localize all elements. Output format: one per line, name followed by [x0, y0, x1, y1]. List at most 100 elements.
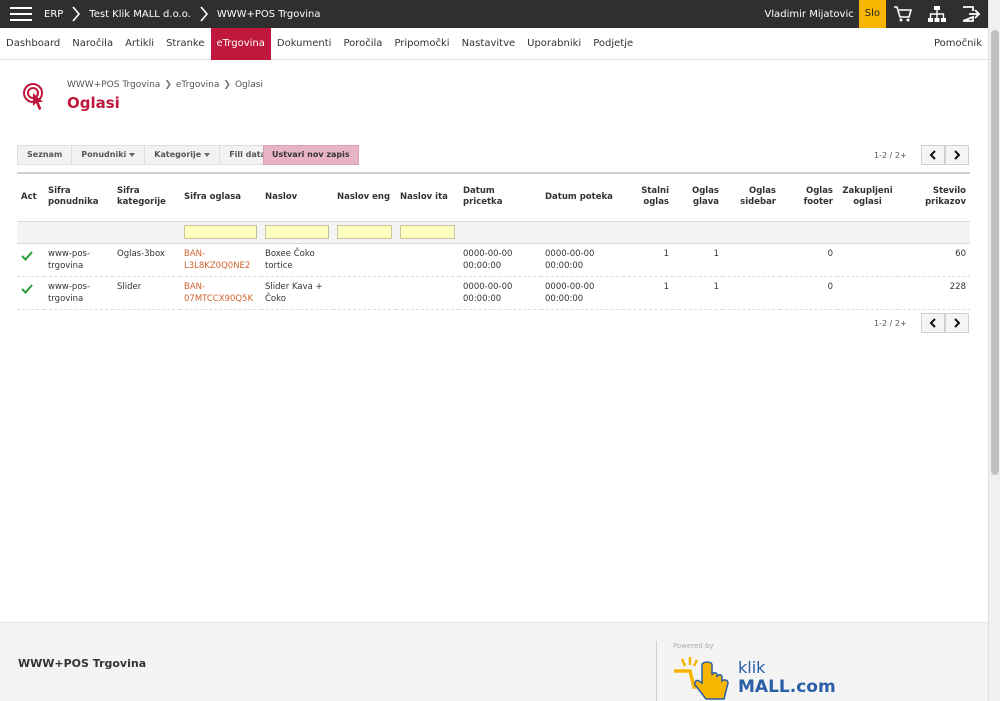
page-breadcrumb: WWW+POS Trgovina ❯ eTrgovina ❯ Oglasi	[67, 80, 263, 90]
menu-icon[interactable]	[4, 0, 38, 28]
ads-table: Act Sifra ponudnika Sifra kategorije Sif…	[17, 172, 970, 310]
breadcrumb-store[interactable]: WWW+POS Trgovina	[211, 9, 327, 20]
breadcrumb-etrgovina-link[interactable]: eTrgovina	[176, 80, 220, 90]
kategorije-dropdown[interactable]: Kategorije	[144, 145, 220, 165]
breadcrumb-store-link[interactable]: WWW+POS Trgovina	[67, 80, 160, 90]
nav-podjetje[interactable]: Podjetje	[587, 28, 639, 60]
cell-naslov-ita	[396, 276, 459, 310]
pager-info: 1-2 / 2+	[874, 318, 907, 328]
cell-oglas-sidebar	[723, 276, 780, 310]
col-sifra-oglasa[interactable]: Sifra oglasa	[180, 172, 261, 222]
filter-sifra-oglasa-input[interactable]	[184, 224, 257, 239]
col-act[interactable]: Act	[17, 172, 44, 222]
cell-datum-poteka: 0000-00-00 00:00:00	[541, 276, 623, 310]
nav-stranke[interactable]: Stranke	[160, 28, 210, 60]
table-header-row: Act Sifra ponudnika Sifra kategorije Sif…	[17, 172, 970, 222]
nav-etrgovina[interactable]: eTrgovina	[210, 27, 271, 60]
caret-down-icon	[129, 152, 136, 157]
seznam-label: Seznam	[27, 150, 63, 159]
nav-help[interactable]: Pomočnik	[928, 28, 988, 60]
cell-sifra-ponudnika: www-pos-trgovina	[44, 276, 113, 310]
chevron-right-icon: ❯	[164, 80, 172, 90]
col-sifra-ponudnika[interactable]: Sifra ponudnika	[44, 172, 113, 222]
touch-icon	[22, 82, 52, 112]
next-page-button[interactable]	[944, 145, 969, 165]
col-zakupljeni-oglasi[interactable]: Zakupljeni oglasi	[837, 172, 898, 222]
col-oglas-sidebar[interactable]: Oglas sidebar	[723, 172, 780, 222]
cell-sifra-kategorije: Slider	[113, 276, 180, 310]
check-icon	[21, 250, 33, 264]
nav-porocila[interactable]: Poročila	[337, 28, 388, 60]
nav-uporabniki[interactable]: Uporabniki	[521, 28, 587, 60]
footer-divider	[656, 641, 657, 701]
cell-stevilo-prikazov: 60	[898, 243, 970, 277]
ponudniki-dropdown[interactable]: Ponudniki	[71, 145, 145, 165]
table-row[interactable]: www-pos-trgovina Oglas-3box BAN-L3L8KZ0Q…	[17, 243, 970, 277]
top-bar: ERP Test Klik MALL d.o.o. WWW+POS Trgovi…	[0, 0, 988, 28]
table-row[interactable]: www-pos-trgovina Slider BAN-07MTCCX90Q5K…	[17, 276, 970, 310]
kategorije-label: Kategorije	[154, 150, 202, 159]
col-sifra-kategorije[interactable]: Sifra kategorije	[113, 172, 180, 222]
nav-artikli[interactable]: Artikli	[119, 28, 160, 60]
cell-sifra-ponudnika: www-pos-trgovina	[44, 243, 113, 277]
col-datum-poteka[interactable]: Datum poteka	[541, 172, 623, 222]
active-cell	[17, 276, 44, 310]
col-naslov[interactable]: Naslov	[261, 172, 333, 222]
seznam-button[interactable]: Seznam	[17, 145, 72, 165]
chevron-right-icon	[69, 0, 83, 28]
filter-naslov-eng-input[interactable]	[337, 224, 392, 239]
language-selector[interactable]: Slo	[858, 0, 886, 28]
nav-dokumenti[interactable]: Dokumenti	[271, 28, 338, 60]
nav-pripomocki[interactable]: Pripomočki	[388, 28, 455, 60]
col-datum-pricetka[interactable]: Datum pricetka	[459, 172, 541, 222]
pager-top: 1-2 / 2+	[874, 145, 969, 165]
klik-mall-logo-icon[interactable]	[672, 657, 734, 701]
cell-oglas-footer: 0	[780, 243, 837, 277]
cell-stalni-oglas: 1	[623, 276, 673, 310]
cell-datum-pricetka: 0000-00-00 00:00:00	[459, 276, 541, 310]
col-stalni-oglas[interactable]: Stalni oglas	[623, 172, 673, 222]
nav-dashboard[interactable]: Dashboard	[0, 28, 66, 60]
cell-oglas-sidebar	[723, 243, 780, 277]
breadcrumb-erp[interactable]: ERP	[38, 9, 69, 20]
cell-naslov-ita	[396, 243, 459, 277]
col-stevilo-prikazov[interactable]: Stevilo prikazov	[898, 172, 970, 222]
ad-code-link[interactable]: BAN-07MTCCX90Q5K	[184, 282, 253, 304]
chevron-right-icon	[953, 318, 961, 328]
sitemap-icon[interactable]	[920, 0, 954, 28]
col-naslov-eng[interactable]: Naslov eng	[333, 172, 396, 222]
nav-nastavitve[interactable]: Nastavitve	[456, 28, 522, 60]
create-record-button[interactable]: Ustvari nov zapis	[263, 145, 359, 165]
fill-data-label: Fill data	[229, 150, 267, 159]
prev-page-button[interactable]	[920, 145, 945, 165]
cell-datum-pricetka: 0000-00-00 00:00:00	[459, 243, 541, 277]
nav-narocila[interactable]: Naročila	[66, 28, 119, 60]
scrollbar-thumb[interactable]	[991, 30, 999, 475]
cell-oglas-glava: 1	[673, 276, 723, 310]
cell-naslov-eng	[333, 243, 396, 277]
logout-icon[interactable]	[954, 0, 988, 28]
cell-zakupljeni-oglasi	[837, 276, 898, 310]
user-name[interactable]: Vladimir Mijatovic	[760, 9, 859, 20]
filter-row	[17, 221, 970, 244]
pager-info: 1-2 / 2+	[874, 150, 907, 160]
main-nav: Dashboard Naročila Artikli Stranke eTrgo…	[0, 27, 988, 60]
check-icon	[21, 283, 33, 297]
logo-mall-text: MALL.com	[738, 677, 836, 697]
filter-naslov-input[interactable]	[265, 224, 329, 239]
next-page-button[interactable]	[944, 313, 969, 333]
footer-company-name: WWW+POS Trgovina	[18, 657, 147, 670]
cell-zakupljeni-oglasi	[837, 243, 898, 277]
prev-page-button[interactable]	[920, 313, 945, 333]
page-scrollbar[interactable]	[988, 0, 1000, 701]
col-oglas-glava[interactable]: Oglas glava	[673, 172, 723, 222]
ad-code-link[interactable]: BAN-L3L8KZ0Q0NE2	[184, 249, 250, 271]
col-oglas-footer[interactable]: Oglas footer	[780, 172, 837, 222]
filter-naslov-ita-input[interactable]	[400, 224, 455, 239]
col-naslov-ita[interactable]: Naslov ita	[396, 172, 459, 222]
breadcrumb-company[interactable]: Test Klik MALL d.o.o.	[83, 9, 197, 20]
logo-klik-text: klik	[738, 658, 766, 677]
page-title: Oglasi	[67, 94, 120, 112]
ponudniki-label: Ponudniki	[81, 150, 127, 159]
cart-icon[interactable]	[886, 0, 920, 28]
